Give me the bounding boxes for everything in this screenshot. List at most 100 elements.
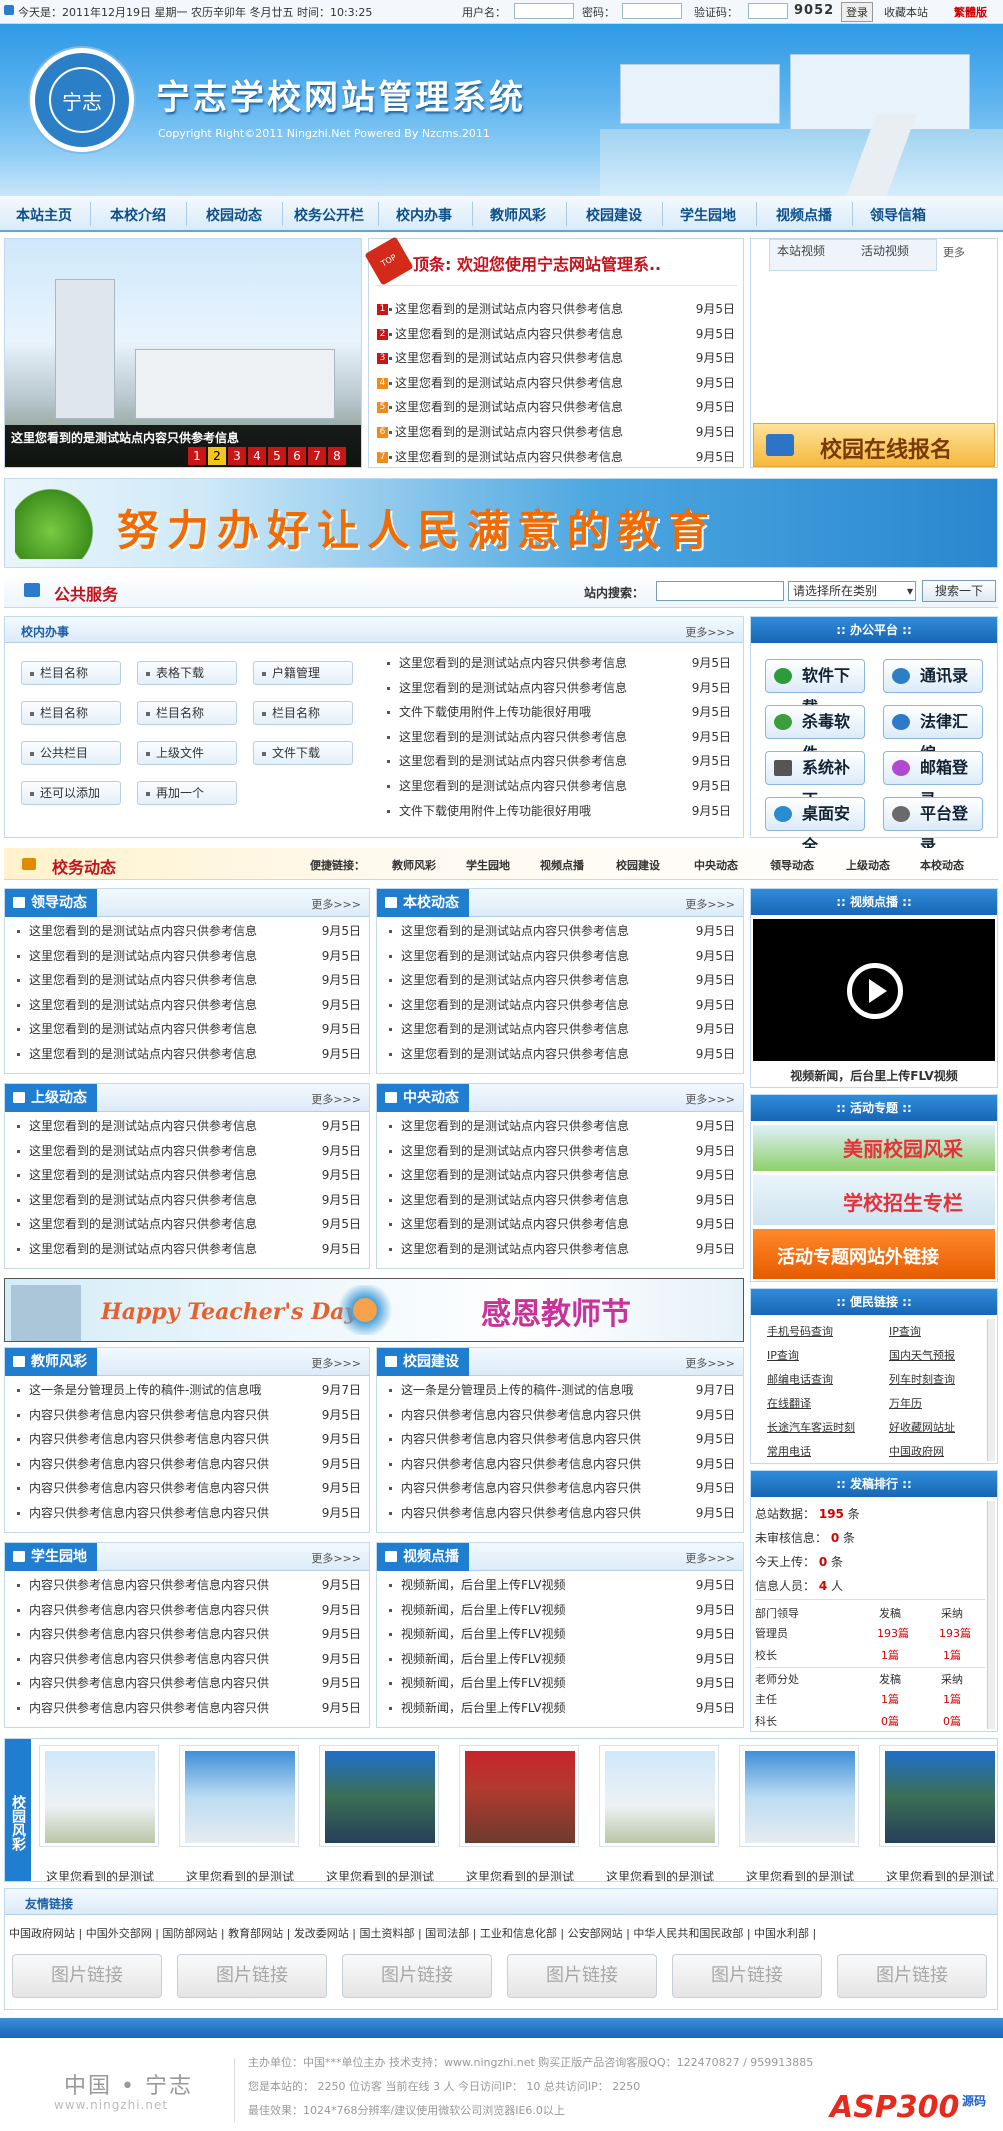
list-item[interactable]: 这一条是分管理员上传的稿件-测试的信息哦 9月7日	[377, 1378, 743, 1403]
list-item[interactable]: 视频新闻，后台里上传FLV视频 9月5日	[377, 1696, 743, 1721]
affair-btn-5[interactable]: 栏目名称	[137, 701, 237, 725]
affair-btn-7[interactable]: 公共栏目	[21, 741, 121, 765]
list-item[interactable]: 内容只供参考信息内容只供参考信息内容只供 9月5日	[377, 1452, 743, 1477]
affair-btn-10[interactable]: 还可以添加	[21, 781, 121, 805]
slider-page-7[interactable]: 7	[308, 447, 326, 465]
image-slider[interactable]: 这里您看到的是测试站点内容只供参考信息 1 2 3 4 5 6 7 8	[4, 238, 362, 468]
mail-login-button[interactable]: 邮箱登录	[883, 751, 983, 809]
affair-btn-4[interactable]: 栏目名称	[21, 701, 121, 725]
affair-btn-9[interactable]: 文件下载	[253, 741, 353, 765]
quick-link[interactable]: 学生园地	[466, 857, 510, 873]
convenience-link[interactable]: IP查询	[889, 1323, 921, 1339]
nav-public-affairs[interactable]: 校务公开栏	[294, 205, 364, 225]
list-item[interactable]: 这里您看到的是测试站点内容只供参考信息 9月5日	[377, 1163, 743, 1188]
convenience-link[interactable]: 好收藏网站址	[889, 1419, 955, 1435]
slider-page-1[interactable]: 1	[188, 447, 206, 465]
list-item[interactable]: 视频新闻，后台里上传FLV视频 9月5日	[377, 1647, 743, 1672]
more-link[interactable]: 更多>>>	[685, 1355, 735, 1371]
more-link[interactable]: 更多>>>	[311, 1091, 361, 1107]
list-item[interactable]: 这里您看到的是测试站点内容只供参考信息 9月5日	[5, 993, 369, 1018]
list-item[interactable]: 2 这里您看到的是测试站点内容只供参考信息 9月5日	[377, 322, 743, 347]
nav-campus-news[interactable]: 校园动态	[206, 205, 262, 225]
image-link[interactable]: 图片链接	[177, 1954, 327, 1998]
list-item[interactable]: 这里您看到的是测试站点内容只供参考信息 9月5日	[5, 944, 369, 969]
list-item[interactable]: 这一条是分管理员上传的稿件-测试的信息哦 9月7日	[5, 1378, 369, 1403]
nav-construction[interactable]: 校园建设	[586, 205, 642, 225]
affair-btn-6[interactable]: 栏目名称	[253, 701, 353, 725]
list-item[interactable]: 视频新闻，后台里上传FLV视频 9月5日	[377, 1671, 743, 1696]
tab-activity-video[interactable]: 活动视频	[861, 242, 909, 259]
video-caption[interactable]: 视频新闻，后台里上传FLV视频	[751, 1067, 997, 1084]
scrollbar[interactable]	[987, 1501, 995, 1729]
list-item[interactable]: 文件下载使用附件上传功能很好用哦 9月5日	[375, 799, 739, 824]
list-item[interactable]: 这里您看到的是测试站点内容只供参考信息 9月5日	[375, 725, 739, 750]
affair-btn-3[interactable]: 户籍管理	[253, 661, 353, 685]
list-item[interactable]: 内容只供参考信息内容只供参考信息内容只供 9月5日	[377, 1501, 743, 1526]
more-link[interactable]: 更多>>>	[311, 1355, 361, 1371]
list-item[interactable]: 这里您看到的是测试站点内容只供参考信息 9月5日	[5, 1114, 369, 1139]
friend-link[interactable]: 中国水利部	[754, 1925, 809, 1941]
quick-link[interactable]: 上级动态	[846, 857, 890, 873]
traditional-link[interactable]: 繁體版	[954, 4, 987, 20]
nav-about[interactable]: 本校介绍	[110, 205, 166, 225]
convenience-link[interactable]: 邮编电话查询	[767, 1371, 833, 1387]
search-input[interactable]	[656, 581, 784, 601]
affair-btn-11[interactable]: 再加一个	[137, 781, 237, 805]
convenience-link[interactable]: 列车时刻查询	[889, 1371, 955, 1387]
image-link[interactable]: 图片链接	[342, 1954, 492, 1998]
scenery-thumb[interactable]: 这里您看到的是测试	[599, 1745, 719, 1881]
image-link[interactable]: 图片链接	[12, 1954, 162, 1998]
list-item[interactable]: 文件下载使用附件上传功能很好用哦 9月5日	[375, 700, 739, 725]
list-item[interactable]: 这里您看到的是测试站点内容只供参考信息 9月5日	[375, 676, 739, 701]
more-link[interactable]: 更多>>>	[685, 1550, 735, 1566]
list-item[interactable]: 内容只供参考信息内容只供参考信息内容只供 9月5日	[377, 1476, 743, 1501]
friend-link[interactable]: 中国外交部网	[86, 1925, 152, 1941]
activity-banner-external[interactable]: 活动专题网站外链接	[753, 1229, 995, 1279]
friend-link[interactable]: 中华人民共和国民政部	[633, 1925, 743, 1941]
quick-link[interactable]: 校园建设	[616, 857, 660, 873]
software-download-button[interactable]: 软件下载	[765, 659, 865, 717]
username-input[interactable]	[514, 3, 574, 19]
slider-page-2[interactable]: 2	[208, 447, 226, 465]
affair-btn-8[interactable]: 上级文件	[137, 741, 237, 765]
scenery-thumb[interactable]: 这里您看到的是测试	[459, 1745, 579, 1881]
list-item[interactable]: 7 这里您看到的是测试站点内容只供参考信息 9月5日	[377, 445, 743, 470]
list-item[interactable]: 这里您看到的是测试站点内容只供参考信息 9月5日	[375, 651, 739, 676]
list-item[interactable]: 3 这里您看到的是测试站点内容只供参考信息 9月5日	[377, 346, 743, 371]
list-item[interactable]: 这里您看到的是测试站点内容只供参考信息 9月5日	[5, 1017, 369, 1042]
scenery-thumb[interactable]: 这里您看到的是测试	[319, 1745, 439, 1881]
list-item[interactable]: 内容只供参考信息内容只供参考信息内容只供 9月5日	[377, 1403, 743, 1428]
list-item[interactable]: 这里您看到的是测试站点内容只供参考信息 9月5日	[377, 1042, 743, 1067]
list-item[interactable]: 这里您看到的是测试站点内容只供参考信息 9月5日	[377, 968, 743, 993]
nav-mailbox[interactable]: 领导信箱	[870, 205, 926, 225]
list-item[interactable]: 这里您看到的是测试站点内容只供参考信息 9月5日	[377, 1139, 743, 1164]
affair-btn-1[interactable]: 栏目名称	[21, 661, 121, 685]
list-item[interactable]: 这里您看到的是测试站点内容只供参考信息 9月5日	[5, 1139, 369, 1164]
list-item[interactable]: 内容只供参考信息内容只供参考信息内容只供 9月5日	[5, 1427, 369, 1452]
list-item[interactable]: 视频新闻，后台里上传FLV视频 9月5日	[377, 1573, 743, 1598]
image-link[interactable]: 图片链接	[837, 1954, 987, 1998]
list-item[interactable]: 这里您看到的是测试站点内容只供参考信息 9月5日	[377, 944, 743, 969]
quick-link[interactable]: 视频点播	[540, 857, 584, 873]
affair-btn-2[interactable]: 表格下载	[137, 661, 237, 685]
nav-campus-services[interactable]: 校内办事	[396, 205, 452, 225]
list-item[interactable]: 1 这里您看到的是测试站点内容只供参考信息 9月5日	[377, 297, 743, 322]
tab-site-video[interactable]: 本站视频	[777, 242, 825, 259]
list-item[interactable]: 这里您看到的是测试站点内容只供参考信息 9月5日	[5, 1237, 369, 1262]
slider-page-8[interactable]: 8	[328, 447, 346, 465]
list-item[interactable]: 这里您看到的是测试站点内容只供参考信息 9月5日	[377, 919, 743, 944]
activity-banner-enrollment[interactable]: 学校招生专栏	[753, 1175, 995, 1225]
desktop-security-button[interactable]: 桌面安全	[765, 797, 865, 855]
contacts-button[interactable]: 通讯录	[883, 659, 983, 693]
friend-link[interactable]: 发改委网站	[294, 1925, 349, 1941]
patch-button[interactable]: 系统补丁	[765, 751, 865, 809]
nav-teachers[interactable]: 教师风彩	[490, 205, 546, 225]
list-item[interactable]: 内容只供参考信息内容只供参考信息内容只供 9月5日	[5, 1671, 369, 1696]
friend-link[interactable]: 公安部网站	[568, 1925, 623, 1941]
list-item[interactable]: 这里您看到的是测试站点内容只供参考信息 9月5日	[377, 1237, 743, 1262]
law-button[interactable]: 法律汇编	[883, 705, 983, 763]
scenery-thumb[interactable]: 这里您看到的是测试	[179, 1745, 299, 1881]
list-item[interactable]: 内容只供参考信息内容只供参考信息内容只供 9月5日	[5, 1696, 369, 1721]
list-item[interactable]: 内容只供参考信息内容只供参考信息内容只供 9月5日	[5, 1598, 369, 1623]
list-item[interactable]: 视频新闻，后台里上传FLV视频 9月5日	[377, 1598, 743, 1623]
